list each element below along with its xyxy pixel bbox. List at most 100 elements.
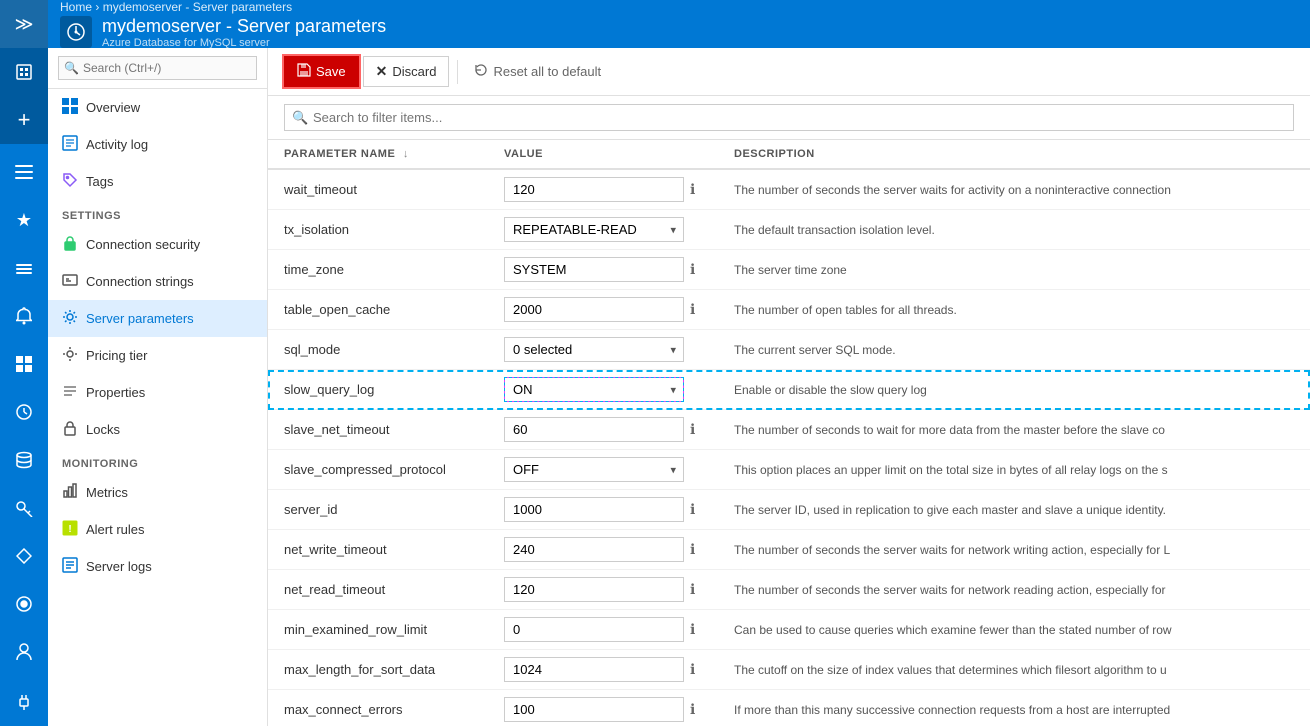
main-container: Home › mydemoserver - Server parameters … (48, 0, 1310, 726)
info-icon[interactable]: ℹ (690, 421, 695, 438)
table-row: slow_query_logONOFF▾Enable or disable th… (268, 370, 1310, 410)
info-icon[interactable]: ℹ (690, 181, 695, 198)
info-icon[interactable]: ℹ (690, 621, 695, 638)
param-desc-cell: The server time zone (718, 250, 1310, 290)
sidebar-item-alert-rules[interactable]: ! Alert rules (48, 511, 267, 548)
param-desc-cell: This option places an upper limit on the… (718, 450, 1310, 490)
param-value-input[interactable] (504, 497, 684, 522)
sort-icon: ↓ (403, 148, 409, 160)
home-icon-btn[interactable] (0, 48, 48, 96)
table-row: time_zoneℹThe server time zone (268, 250, 1310, 290)
param-value-cell: OFFON▾ (488, 450, 718, 490)
param-value-select[interactable]: OFFON (504, 457, 684, 482)
param-value-cell: ℹ (488, 490, 718, 530)
sidebar-item-label-properties: Properties (86, 385, 145, 400)
param-value-input[interactable] (504, 537, 684, 562)
diamond-icon-btn[interactable] (0, 532, 48, 580)
table-row: max_connect_errorsℹIf more than this man… (268, 690, 1310, 726)
info-icon[interactable]: ℹ (690, 661, 695, 678)
sidebar-item-locks[interactable]: Locks (48, 411, 267, 448)
filter-bar: 🔍 (268, 96, 1310, 140)
param-value-cell: ℹ (488, 650, 718, 690)
param-value-input[interactable] (504, 657, 684, 682)
reset-button[interactable]: Reset all to default (466, 57, 609, 86)
param-desc-cell: The number of seconds the server waits f… (718, 570, 1310, 610)
info-icon[interactable]: ℹ (690, 701, 695, 718)
overview-icon (62, 98, 78, 117)
sidebar-item-metrics[interactable]: Metrics (48, 474, 267, 511)
info-icon[interactable]: ℹ (690, 581, 695, 598)
reset-label: Reset all to default (493, 64, 601, 79)
sidebar-item-label-activity-log: Activity log (86, 137, 148, 152)
param-name-cell: wait_timeout (268, 169, 488, 210)
info-icon[interactable]: ℹ (690, 301, 695, 318)
monitoring-section-label: MONITORING (48, 448, 267, 474)
param-value-input[interactable] (504, 417, 684, 442)
table-row: server_idℹThe server ID, used in replica… (268, 490, 1310, 530)
param-value-select[interactable]: REPEATABLE-READREAD-COMMITTEDREAD-UNCOMM… (504, 217, 684, 242)
page-content: Save ✕ Discard Reset all to default 🔍 (268, 48, 1310, 726)
param-value-input[interactable] (504, 697, 684, 722)
param-value-select[interactable]: 0 selected (504, 337, 684, 362)
info-icon[interactable]: ℹ (690, 261, 695, 278)
param-value-input[interactable] (504, 577, 684, 602)
clock-icon-btn[interactable] (0, 388, 48, 436)
table-row: sql_mode0 selected▾The current server SQ… (268, 330, 1310, 370)
col-header-param[interactable]: PARAMETER NAME ↓ (268, 140, 488, 169)
collapse-icon-btn[interactable]: ≫ (0, 0, 48, 48)
sidebar-search-container: 🔍 (48, 48, 267, 89)
param-value-input[interactable] (504, 177, 684, 202)
sidebar-item-overview[interactable]: Overview (48, 89, 267, 126)
circle-icon-btn[interactable] (0, 580, 48, 628)
sidebar-item-pricing-tier[interactable]: Pricing tier (48, 337, 267, 374)
sidebar-item-tags[interactable]: Tags (48, 163, 267, 200)
table-row: table_open_cacheℹThe number of open tabl… (268, 290, 1310, 330)
discard-button[interactable]: ✕ Discard (363, 56, 450, 87)
sidebar-item-connection-security[interactable]: Connection security (48, 226, 267, 263)
person-icon-btn[interactable] (0, 628, 48, 676)
table-row: slave_net_timeoutℹThe number of seconds … (268, 410, 1310, 450)
sidebar-item-activity-log[interactable]: Activity log (48, 126, 267, 163)
param-value-cell: ℹ (488, 290, 718, 330)
hamburger-icon-btn[interactable] (0, 148, 48, 196)
param-name-cell: slave_compressed_protocol (268, 450, 488, 490)
content-area: 🔍 Overview Activity log T (48, 48, 1310, 726)
page-title: mydemoserver - Server parameters (102, 16, 386, 37)
param-desc-cell: Enable or disable the slow query log (718, 370, 1310, 410)
sidebar-item-label-locks: Locks (86, 422, 120, 437)
param-value-cell: ℹ (488, 610, 718, 650)
connection-security-icon (62, 235, 78, 254)
tags-icon (62, 172, 78, 191)
sidebar-item-label-connection-security: Connection security (86, 237, 200, 252)
plug-icon-btn[interactable] (0, 678, 48, 726)
param-value-input[interactable] (504, 257, 684, 282)
discard-label: Discard (392, 64, 436, 79)
sidebar-item-server-logs[interactable]: Server logs (48, 548, 267, 585)
param-desc-cell: The number of open tables for all thread… (718, 290, 1310, 330)
bell-icon-btn[interactable] (0, 292, 48, 340)
param-value-input[interactable] (504, 617, 684, 642)
server-logs-icon (62, 557, 78, 576)
param-name-cell: net_read_timeout (268, 570, 488, 610)
param-value-input[interactable] (504, 297, 684, 322)
param-value-select[interactable]: ONOFF (504, 377, 684, 402)
grid-icon-btn[interactable] (0, 340, 48, 388)
layers-icon-btn[interactable] (0, 244, 48, 292)
sidebar-item-properties[interactable]: Properties (48, 374, 267, 411)
filter-input[interactable] (284, 104, 1294, 131)
star-icon-btn[interactable]: ★ (0, 196, 48, 244)
sidebar-item-connection-strings[interactable]: Connection strings (48, 263, 267, 300)
sidebar-search-input[interactable] (58, 56, 257, 80)
key-icon-btn[interactable] (0, 484, 48, 532)
info-icon[interactable]: ℹ (690, 541, 695, 558)
table-row: net_read_timeout ℹ The number of seconds t… (268, 570, 1310, 610)
save-button[interactable]: Save (284, 56, 359, 87)
table-row: net_write_timeoutℹThe number of seconds … (268, 530, 1310, 570)
sidebar-item-server-parameters[interactable]: Server parameters (48, 300, 267, 337)
info-icon[interactable]: ℹ (690, 501, 695, 518)
param-desc-cell: The cutoff on the size of index values t… (718, 650, 1310, 690)
db-icon-btn[interactable] (0, 436, 48, 484)
icon-bar: ≫ + ★ (0, 0, 48, 726)
breadcrumb-home[interactable]: Home (60, 0, 92, 14)
new-icon-btn[interactable]: + (0, 96, 48, 144)
